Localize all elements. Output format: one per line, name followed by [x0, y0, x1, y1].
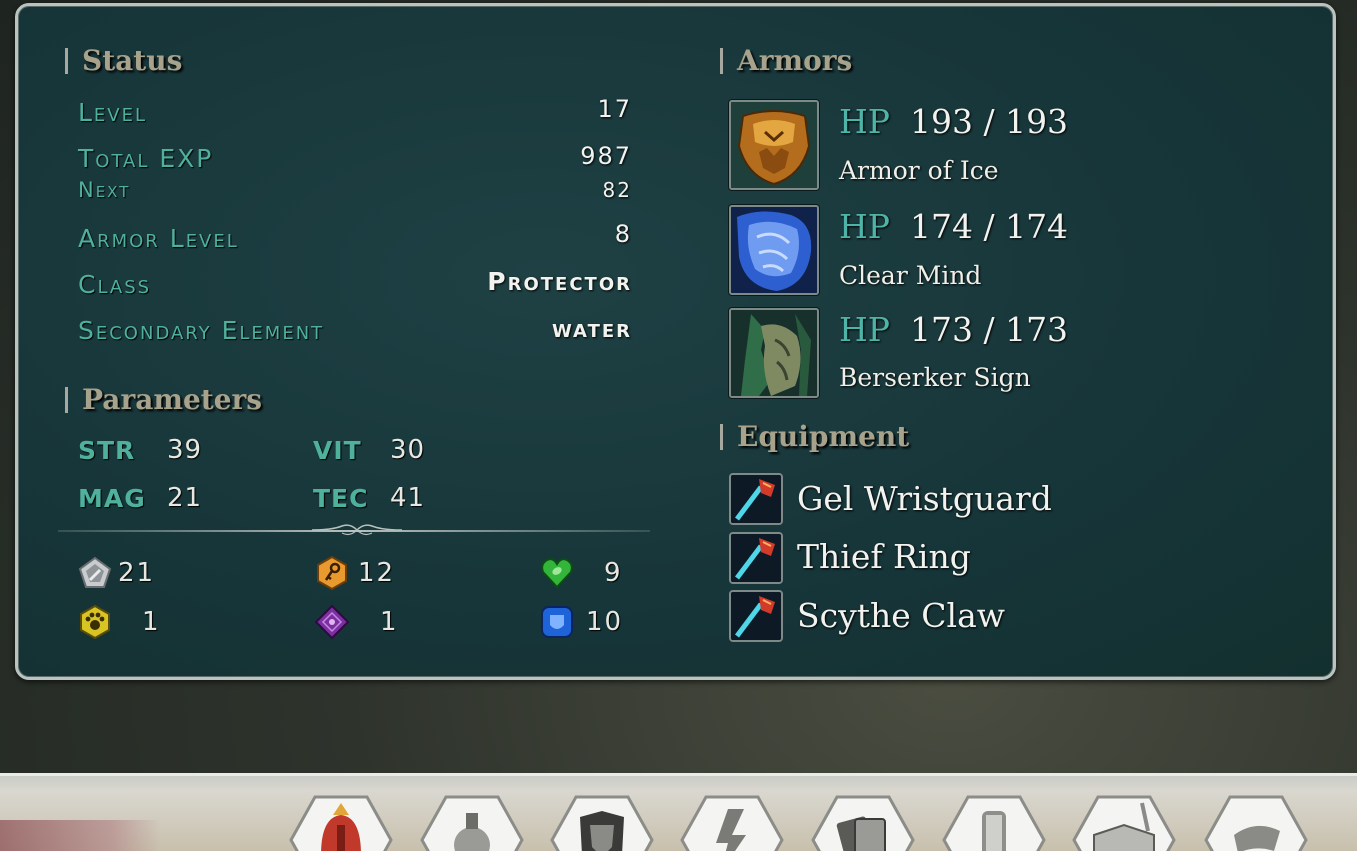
tec-value: 41 [390, 483, 426, 513]
cards-icon[interactable] [811, 795, 915, 851]
scroll-icon[interactable] [942, 795, 1046, 851]
vit-label: VIT [313, 436, 362, 465]
gel-wristguard-icon[interactable] [729, 473, 783, 525]
orange-gem-count: 12 [358, 558, 396, 588]
silver-pentagon-gem-icon [78, 556, 112, 588]
berserker-sign-icon[interactable] [729, 308, 819, 398]
armor-of-ice-art [731, 102, 817, 188]
str-label: STR [78, 436, 136, 465]
total-exp-value: 987 [580, 142, 632, 170]
armor-level-value: 8 [614, 220, 632, 248]
mag-value: 21 [167, 483, 203, 513]
vit-value: 30 [390, 435, 426, 465]
menu-bar-left-ornament [0, 820, 160, 851]
next-label: Next [78, 178, 131, 202]
helmet-icon[interactable] [289, 795, 393, 851]
green-gem-count: 9 [604, 558, 623, 588]
gel-wristguard-name: Gel Wristguard [797, 479, 1052, 518]
orange-key-gem-icon [317, 556, 347, 590]
yellow-gem-count: 1 [142, 607, 161, 637]
divider-ornament [312, 524, 402, 536]
hp-tag: HP [839, 207, 890, 246]
str-value: 39 [167, 435, 203, 465]
settings-icon[interactable] [1204, 795, 1308, 851]
armors-heading: Armors [720, 44, 852, 77]
hp-value: 173 / 173 [909, 310, 1069, 349]
clear-mind-name: Clear Mind [839, 261, 982, 290]
silver-gem-count: 21 [118, 558, 156, 588]
yellow-paw-gem-icon [80, 605, 110, 639]
equipment-art [731, 534, 781, 582]
heading-bar [65, 386, 68, 413]
level-value: 17 [597, 95, 632, 123]
green-heart-gem-icon [541, 558, 573, 589]
class-label: Class [78, 270, 152, 299]
heading-bar [720, 423, 723, 450]
clear-mind-art [731, 207, 817, 293]
equipment-art [731, 475, 781, 523]
hp-value: 193 / 193 [909, 102, 1069, 141]
purple-diamond-gem-icon [315, 605, 349, 639]
mag-label: MAG [78, 484, 146, 513]
level-label: Level [78, 98, 148, 127]
blue-gem-count: 10 [586, 607, 624, 637]
total-exp-label: Total EXP [78, 144, 214, 173]
armor-of-ice-icon[interactable] [729, 100, 819, 190]
armor-icon[interactable] [550, 795, 654, 851]
equipment-heading: Equipment [720, 420, 909, 453]
next-value: 82 [602, 178, 632, 202]
scythe-claw-icon[interactable] [729, 590, 783, 642]
heading-bar [720, 47, 723, 74]
thief-ring-icon[interactable] [729, 532, 783, 584]
hp-value: 174 / 174 [909, 207, 1069, 246]
clear-mind-icon[interactable] [729, 205, 819, 295]
thief-ring-name: Thief Ring [797, 537, 971, 576]
equipment-art [731, 592, 781, 640]
equipment-heading-text: Equipment [737, 420, 910, 453]
hp-tag: HP [839, 102, 890, 141]
potion-icon[interactable] [420, 795, 524, 851]
skill-icon[interactable] [680, 795, 784, 851]
berserker-sign-art [731, 310, 817, 396]
purple-gem-count: 1 [380, 607, 399, 637]
hp-tag: HP [839, 310, 890, 349]
tec-label: TEC [313, 484, 369, 513]
armors-heading-text: Armors [737, 44, 853, 77]
secondary-element-label: Secondary Element [78, 316, 325, 345]
clear-mind-hp: HP 174 / 174 [839, 207, 1068, 246]
parameters-heading: Parameters [65, 383, 262, 416]
armor-of-ice-hp: HP 193 / 193 [839, 102, 1068, 141]
berserker-sign-hp: HP 173 / 173 [839, 310, 1068, 349]
berserker-sign-name: Berserker Sign [839, 363, 1031, 392]
armor-level-label: Armor Level [78, 224, 239, 253]
scythe-claw-name: Scythe Claw [797, 596, 1005, 635]
secondary-element-value: water [551, 314, 632, 343]
parameters-heading-text: Parameters [82, 383, 263, 416]
book-icon[interactable] [1072, 795, 1176, 851]
class-value: Protector [487, 267, 632, 296]
armor-of-ice-name: Armor of Ice [839, 156, 999, 185]
blue-shield-gem-icon [541, 606, 573, 638]
